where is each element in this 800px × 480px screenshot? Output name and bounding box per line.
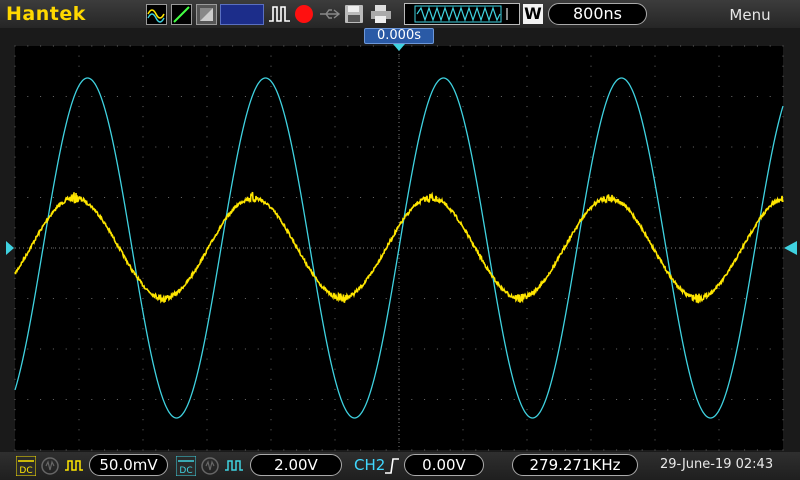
- run-stop-icon[interactable]: [268, 4, 292, 24]
- record-icon[interactable]: [294, 4, 314, 24]
- sine-wave-icon: [147, 9, 165, 23]
- top-toolbar: Hantek W 800ns Menu: [0, 0, 800, 28]
- ch2-coupling-label: DC: [179, 466, 192, 476]
- memory-window-indicator: [404, 3, 520, 25]
- ch1-bandwidth-icon[interactable]: [40, 456, 60, 476]
- ch1-volts-div[interactable]: 50.0mV: [89, 454, 168, 476]
- memory-wave-icon: [414, 5, 508, 23]
- ch2-coupling-icon[interactable]: DC: [176, 456, 196, 476]
- frequency-counter: 279.271KHz: [512, 454, 638, 476]
- display-mode-sine-icon[interactable]: [146, 4, 167, 25]
- graticule-and-traces: [6, 44, 797, 451]
- trigger-source[interactable]: CH2: [354, 456, 385, 474]
- date-time: 29-June-19 02:43: [660, 457, 774, 472]
- usb-icon: [320, 9, 341, 19]
- waveform-button[interactable]: W: [523, 4, 543, 24]
- ch1-invert-icon[interactable]: [64, 456, 84, 476]
- brand-logo: Hantek: [6, 3, 86, 25]
- timebase-readout[interactable]: 800ns: [548, 3, 647, 25]
- ch-ground-marker[interactable]: [6, 241, 14, 255]
- ch2-invert-icon[interactable]: [224, 456, 244, 476]
- line-icon: [173, 6, 190, 23]
- ch2-bandwidth-icon[interactable]: [200, 456, 220, 476]
- ch2-volts-div[interactable]: 2.00V: [250, 454, 342, 476]
- trigger-position-label[interactable]: 0.000s: [364, 28, 434, 44]
- menu-button[interactable]: Menu: [700, 6, 800, 24]
- trigger-position-marker[interactable]: [393, 44, 405, 51]
- ch1-coupling-icon[interactable]: DC: [16, 456, 36, 476]
- trigger-level-marker[interactable]: [784, 241, 797, 255]
- trigger-level[interactable]: 0.00V: [404, 454, 484, 476]
- grayscale-icon: [200, 8, 213, 21]
- display-mode-xy-icon[interactable]: [171, 4, 192, 25]
- ch1-coupling-label: DC: [19, 466, 32, 476]
- save-icon[interactable]: [344, 4, 364, 24]
- persistence-icon[interactable]: [196, 4, 217, 25]
- print-icon[interactable]: [370, 4, 392, 24]
- status-indicator-panel: [220, 4, 264, 25]
- trigger-edge-icon[interactable]: [384, 456, 400, 476]
